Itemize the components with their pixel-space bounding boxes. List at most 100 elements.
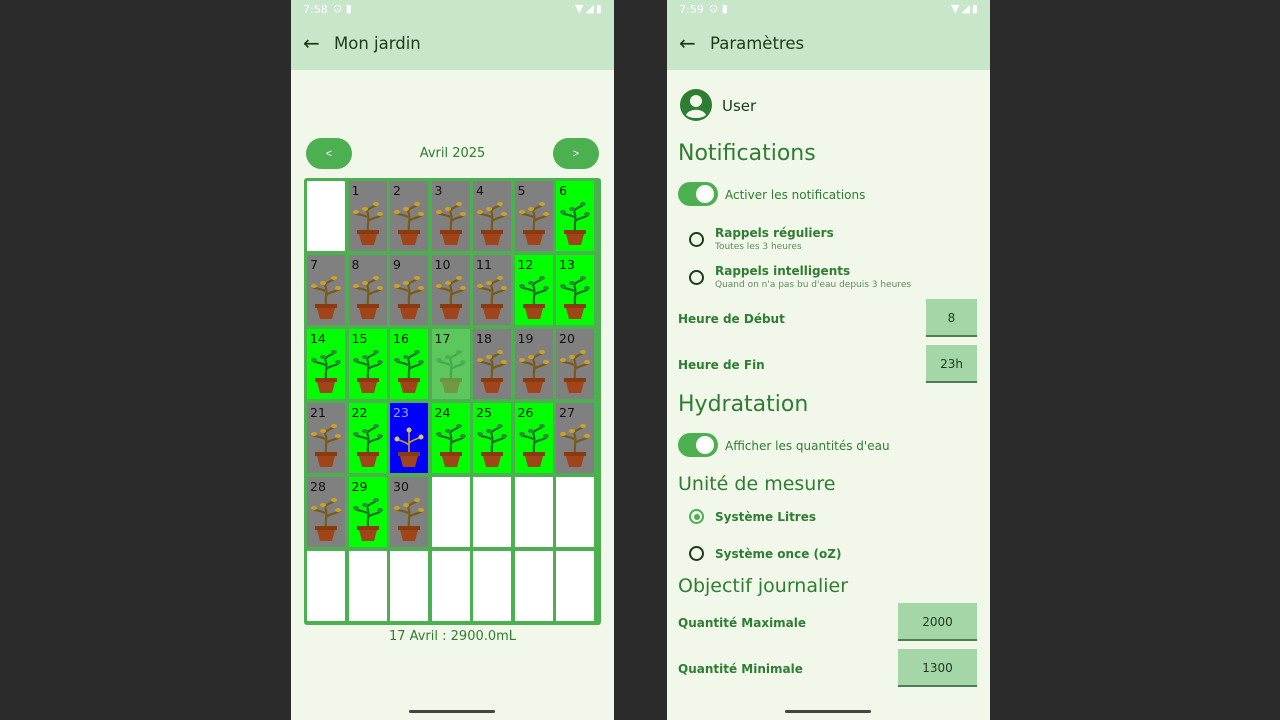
dry-plant-pot-icon (560, 350, 590, 393)
radio-liters[interactable] (689, 509, 704, 524)
day-number: 11 (476, 257, 492, 272)
calendar-day-cell[interactable]: 30 (390, 477, 428, 547)
plant-pot-icon (435, 350, 466, 393)
page-title: Mon jardin (334, 34, 421, 53)
dry-plant-pot-icon (435, 202, 466, 245)
radio-regular-reminders[interactable] (689, 232, 704, 247)
plant-pot-icon (560, 202, 590, 245)
calendar-day-cell[interactable]: 18 (473, 329, 511, 399)
hydration-toggle[interactable] (678, 433, 718, 457)
calendar-grid: 1 2 3 4 5 6 7 8 9 10 11 12 13 14 15 16 17 18 19 20 21 22 23 24 2… (304, 178, 601, 625)
calendar-day-cell[interactable]: 1 (348, 181, 387, 251)
plant-pot-icon (352, 498, 383, 541)
dry-plant-pot-icon (518, 202, 549, 245)
gesture-nav-bar[interactable] (409, 710, 495, 713)
account-circle-icon[interactable] (679, 88, 713, 122)
radio-smart-reminders[interactable] (689, 270, 704, 285)
start-hour-field[interactable]: 8 (926, 299, 977, 337)
calendar-day-cell[interactable]: 9 (390, 255, 428, 325)
goal-heading: Objectif journalier (678, 575, 849, 597)
calendar-day-cell[interactable]: 27 (556, 403, 594, 473)
calendar-day-cell[interactable]: 16 (390, 329, 428, 399)
plant-pot-icon (518, 424, 549, 467)
calendar-day-cell[interactable]: 2 (390, 181, 428, 251)
status-bar: 7:58 ⊙ ▮ ▼◢▮ (291, 0, 614, 20)
day-number: 21 (310, 405, 326, 420)
calendar-day-cell[interactable]: 13 (556, 255, 594, 325)
day-number: 4 (476, 183, 484, 198)
day-number: 7 (310, 257, 318, 272)
day-number: 10 (434, 257, 451, 272)
calendar-day-cell[interactable]: 19 (514, 329, 553, 399)
plant-pot-icon (352, 350, 383, 393)
calendar-day-cell[interactable]: 10 (431, 255, 470, 325)
plant-pot-icon (518, 276, 549, 319)
calendar-empty-cell (307, 181, 345, 251)
unit-heading: Unité de mesure (678, 473, 836, 495)
calendar-day-cell[interactable]: 17 (431, 329, 470, 399)
next-month-button[interactable]: > (553, 138, 599, 169)
calendar-day-cell[interactable]: 11 (473, 255, 511, 325)
status-bar: 7:59 ⊙ ▮ ▼◢▮ (667, 0, 990, 20)
dry-plant-pot-icon (394, 498, 424, 541)
day-number: 29 (351, 479, 368, 494)
ounces-label: Système once (oZ) (715, 547, 842, 561)
calendar-day-cell[interactable]: 29 (348, 477, 387, 547)
regular-reminders-label: Rappels réguliers (715, 226, 834, 240)
min-quantity-label: Quantité Minimale (678, 662, 803, 676)
dry-plant-pot-icon (352, 276, 383, 319)
calendar-empty-cell (514, 477, 553, 547)
notifications-toggle[interactable] (678, 182, 718, 206)
calendar-day-cell[interactable]: 12 (514, 255, 553, 325)
radio-ounces[interactable] (689, 546, 704, 561)
plant-pot-icon (394, 350, 424, 393)
dry-plant-pot-icon (477, 276, 507, 319)
max-quantity-field[interactable]: 2000 (898, 603, 977, 641)
calendar-day-cell[interactable]: 6 (556, 181, 594, 251)
day-number: 13 (559, 257, 575, 272)
calendar-day-cell[interactable]: 24 (431, 403, 470, 473)
day-number: 9 (393, 257, 401, 272)
back-arrow-icon[interactable]: ← (679, 33, 699, 53)
day-number: 2 (393, 183, 401, 198)
calendar-empty-cell (307, 551, 345, 621)
calendar-day-cell[interactable]: 3 (431, 181, 470, 251)
dry-plant-pot-icon (477, 202, 507, 245)
plant-pot-icon (435, 424, 466, 467)
calendar-empty-cell (431, 477, 470, 547)
calendar-day-cell[interactable]: 20 (556, 329, 594, 399)
calendar-day-cell[interactable]: 26 (514, 403, 553, 473)
day-number: 1 (351, 183, 360, 198)
min-quantity-field[interactable]: 1300 (898, 649, 977, 687)
back-arrow-icon[interactable]: ← (303, 33, 323, 53)
day-number: 30 (393, 479, 409, 494)
gesture-nav-bar[interactable] (785, 710, 871, 713)
day-number: 24 (434, 405, 451, 420)
regular-reminders-desc: Toutes les 3 heures (715, 242, 802, 252)
day-number: 12 (517, 257, 534, 272)
calendar-day-cell[interactable]: 25 (473, 403, 511, 473)
calendar-day-cell[interactable]: 4 (473, 181, 511, 251)
calendar-day-cell[interactable]: 14 (307, 329, 345, 399)
end-hour-field[interactable]: 23h (926, 345, 977, 383)
hydration-heading: Hydratation (678, 392, 809, 417)
calendar-day-cell[interactable]: 21 (307, 403, 345, 473)
calendar-day-cell[interactable]: 8 (348, 255, 387, 325)
calendar-day-cell[interactable]: 22 (348, 403, 387, 473)
max-quantity-label: Quantité Maximale (678, 616, 807, 630)
smart-reminders-desc: Quand on n'a pas bu d'eau depuis 3 heure… (715, 280, 912, 290)
calendar-day-cell[interactable]: 15 (348, 329, 387, 399)
sprout-pot-icon (394, 427, 424, 467)
signal-battery-icons: ▼◢▮ (951, 2, 980, 15)
calendar-day-cell[interactable]: 5 (514, 181, 553, 251)
dry-plant-pot-icon (477, 350, 507, 393)
calendar-day-cell[interactable]: 23 (390, 403, 428, 473)
calendar-day-cell[interactable]: 7 (307, 255, 345, 325)
smart-reminders-label: Rappels intelligents (715, 264, 851, 278)
calendar-day-cell[interactable]: 28 (307, 477, 345, 547)
day-number: 16 (393, 331, 409, 346)
page-title: Paramètres (710, 34, 805, 53)
plant-pot-icon (311, 350, 341, 393)
toggle-knob (696, 185, 714, 203)
day-number: 5 (517, 183, 526, 198)
